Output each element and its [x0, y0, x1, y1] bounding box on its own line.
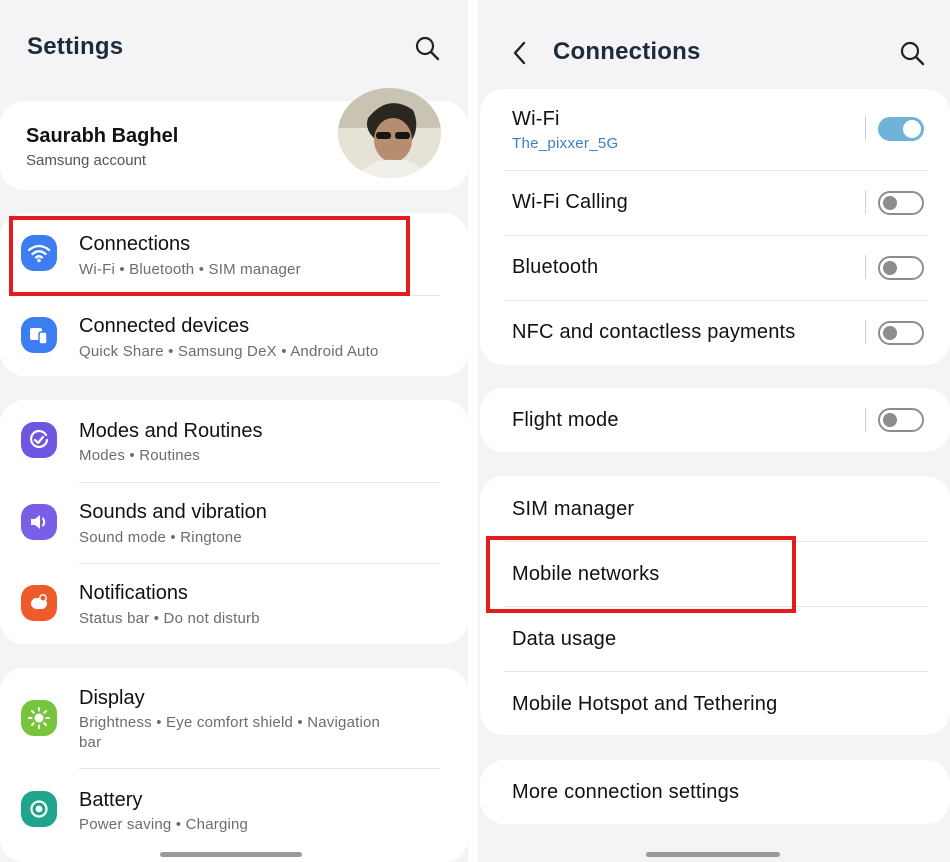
connections-group-1: Wi-Fi The_pixxer_5G Wi-Fi Calling Blueto…	[480, 89, 950, 365]
connections-item-title: SIM manager	[512, 498, 635, 520]
speaker-icon	[21, 504, 57, 540]
battery-icon	[21, 791, 57, 827]
bell-badge-icon	[21, 585, 57, 621]
connections-item-title: Flight mode	[512, 409, 619, 431]
settings-item-title: Notifications	[79, 582, 188, 604]
settings-item-subtitle: Brightness • Eye comfort shield • Naviga…	[79, 714, 381, 731]
settings-item-title: Modes and Routines	[79, 420, 263, 442]
bluetooth-toggle[interactable]	[878, 256, 924, 280]
settings-item-subtitle: Modes • Routines	[79, 447, 201, 464]
account-name: Saurabh Baghel	[26, 125, 179, 147]
avatar[interactable]	[338, 88, 441, 178]
connections-group-3: SIM manager Mobile networks Data usage M…	[480, 476, 950, 735]
settings-item-title: Battery	[79, 789, 143, 811]
connections-item-title: Wi-Fi Calling	[512, 191, 628, 213]
connections-screen: Connections Wi-Fi The_pixxer_5G Wi-Fi Ca…	[478, 0, 950, 862]
screen-separator	[468, 0, 478, 862]
settings-screen: Settings Saurabh Baghel Samsung account …	[0, 0, 468, 862]
settings-item-title: Connected devices	[79, 315, 250, 337]
separator	[865, 408, 866, 432]
connections-item-mobile-networks[interactable]: Mobile networks	[480, 542, 950, 606]
connections-item-title: NFC and contactless payments	[512, 321, 796, 343]
gesture-bar[interactable]	[646, 852, 780, 857]
search-icon[interactable]	[898, 39, 926, 67]
settings-item-subtitle-continued: bar	[79, 734, 102, 751]
settings-item-connections[interactable]: Connections Wi-Fi • Bluetooth • SIM mana…	[0, 213, 468, 295]
check-circle-icon	[21, 422, 57, 458]
settings-item-subtitle: Status bar • Do not disturb	[79, 610, 260, 627]
settings-item-subtitle: Sound mode • Ringtone	[79, 529, 242, 546]
wifi-toggle[interactable]	[878, 117, 924, 141]
connections-item-wifi[interactable]: Wi-Fi The_pixxer_5G	[480, 89, 950, 170]
settings-item-title: Connections	[79, 233, 191, 255]
settings-item-sounds-and-vibration[interactable]: Sounds and vibration Sound mode • Ringto…	[0, 483, 468, 563]
connections-item-sim-manager[interactable]: SIM manager	[480, 476, 950, 541]
settings-item-battery[interactable]: Battery Power saving • Charging	[0, 769, 468, 849]
settings-item-connected-devices[interactable]: Connected devices Quick Share • Samsung …	[0, 296, 468, 376]
page-title: Settings	[27, 33, 124, 60]
settings-item-subtitle: Quick Share • Samsung DeX • Android Auto	[79, 343, 379, 360]
connections-item-bluetooth[interactable]: Bluetooth	[480, 236, 950, 300]
settings-item-display[interactable]: Display Brightness • Eye comfort shield …	[0, 668, 468, 768]
separator	[865, 255, 866, 279]
connections-group-2: Flight mode	[480, 388, 950, 452]
connections-item-wifi-calling[interactable]: Wi-Fi Calling	[480, 171, 950, 235]
connections-group-4: More connection settings	[480, 760, 950, 824]
sun-icon	[21, 700, 57, 736]
connections-item-nfc[interactable]: NFC and contactless payments	[480, 301, 950, 365]
settings-group-3: Display Brightness • Eye comfort shield …	[0, 668, 468, 862]
search-icon[interactable]	[413, 34, 441, 62]
settings-group-1: Connections Wi-Fi • Bluetooth • SIM mana…	[0, 213, 468, 376]
page-title: Connections	[553, 38, 701, 65]
settings-item-subtitle: Power saving • Charging	[79, 816, 249, 833]
flight-mode-toggle[interactable]	[878, 408, 924, 432]
settings-item-notifications[interactable]: Notifications Status bar • Do not distur…	[0, 564, 468, 644]
connections-item-title: Data usage	[512, 628, 617, 650]
settings-group-2: Modes and Routines Modes • Routines Soun…	[0, 400, 468, 644]
connections-item-more-settings[interactable]: More connection settings	[480, 760, 950, 824]
wifi-icon	[21, 235, 57, 271]
settings-item-modes-and-routines[interactable]: Modes and Routines Modes • Routines	[0, 400, 468, 482]
connections-item-title: Mobile Hotspot and Tethering	[512, 693, 778, 715]
account-subtitle: Samsung account	[26, 152, 147, 169]
separator	[865, 320, 866, 344]
settings-item-title: Display	[79, 687, 145, 709]
wifi-network-name: The_pixxer_5G	[512, 135, 619, 152]
gesture-bar[interactable]	[160, 852, 302, 857]
connections-item-flight-mode[interactable]: Flight mode	[480, 388, 950, 452]
connected-devices-icon	[21, 317, 57, 353]
connections-item-data-usage[interactable]: Data usage	[480, 607, 950, 671]
nfc-toggle[interactable]	[878, 321, 924, 345]
connections-item-title: More connection settings	[512, 781, 740, 803]
back-arrow-icon[interactable]	[508, 38, 534, 68]
connections-item-title: Wi-Fi	[512, 108, 560, 130]
separator	[865, 190, 866, 214]
separator	[865, 116, 866, 140]
connections-item-mobile-hotspot[interactable]: Mobile Hotspot and Tethering	[480, 672, 950, 735]
connections-item-title: Mobile networks	[512, 563, 660, 585]
connections-item-title: Bluetooth	[512, 256, 599, 278]
wifi-calling-toggle[interactable]	[878, 191, 924, 215]
settings-item-title: Sounds and vibration	[79, 501, 267, 523]
settings-item-subtitle: Wi-Fi • Bluetooth • SIM manager	[79, 261, 301, 278]
